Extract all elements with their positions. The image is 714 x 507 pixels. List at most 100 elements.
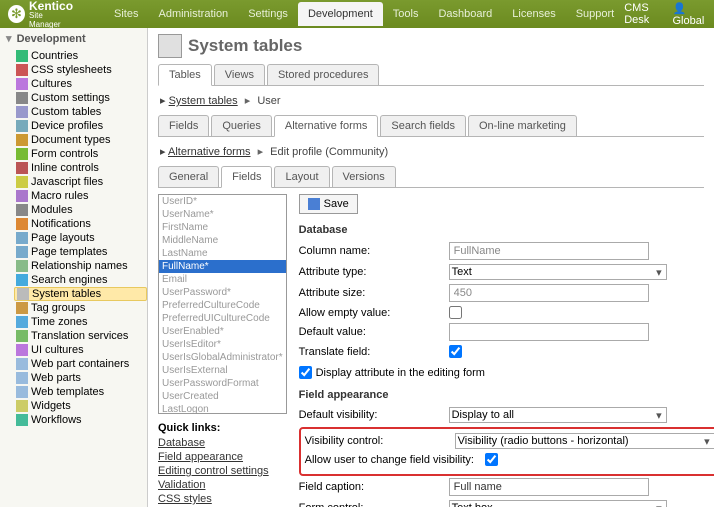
field-item[interactable]: PreferredUICultureCode [159,312,286,325]
field-item[interactable]: UserName* [159,208,286,221]
field-item[interactable]: UserID* [159,195,286,208]
sidebar-item-custom-tables[interactable]: Custom tables [16,105,147,119]
sidebar-item-form-controls[interactable]: Form controls [16,147,147,161]
tab-queries[interactable]: Queries [211,115,272,136]
allow-empty-checkbox[interactable] [449,306,462,319]
sidebar-item-workflows[interactable]: Workflows [16,413,147,427]
field-item[interactable]: UserIsExternal [159,364,286,377]
field-item[interactable]: LastLogon [159,403,286,414]
sidebar-item-system-tables[interactable]: System tables [14,287,147,301]
sidebar-item-web-templates[interactable]: Web templates [16,385,147,399]
sidebar-item-custom-settings[interactable]: Custom settings [16,91,147,105]
sidebar-item-search-engines[interactable]: Search engines [16,273,147,287]
breadcrumb-root[interactable]: Alternative forms [168,146,251,158]
tab-tables[interactable]: Tables [158,64,212,86]
topnav-settings[interactable]: Settings [238,2,298,26]
field-item[interactable]: MiddleName [159,234,286,247]
field-item[interactable]: FirstName [159,221,286,234]
user-menu[interactable]: 👤 Global [673,2,707,27]
topnav-sites[interactable]: Sites [104,2,148,26]
topnav-licenses[interactable]: Licenses [502,2,565,26]
brand-logo[interactable]: Kentico Site Manager [8,0,74,29]
quick-link[interactable]: Validation [158,478,287,492]
column-name-input[interactable] [449,242,649,260]
tree-item-icon [16,64,28,76]
sidebar-item-countries[interactable]: Countries [16,49,147,63]
sidebar-item-inline-controls[interactable]: Inline controls [16,161,147,175]
save-button[interactable]: Save [299,194,358,214]
tab-search-fields[interactable]: Search fields [380,115,466,136]
field-caption-input[interactable] [449,478,649,496]
sidebar-item-time-zones[interactable]: Time zones [16,315,147,329]
cms-desk-link[interactable]: CMS Desk [624,2,660,26]
page-title: System tables [188,36,302,56]
field-item[interactable]: UserIsEditor* [159,338,286,351]
vis-control-select[interactable]: Visibility (radio buttons - horizontal) [455,433,714,449]
sidebar-item-modules[interactable]: Modules [16,203,147,217]
attr-size-input[interactable] [449,284,649,302]
form-control-select[interactable]: Text box [449,500,667,507]
field-item[interactable]: LastName [159,247,286,260]
tree-item-icon [17,288,29,300]
tab-fields[interactable]: Fields [221,166,272,188]
sidebar-item-javascript-files[interactable]: Javascript files [16,175,147,189]
sidebar-item-relationship-names[interactable]: Relationship names [16,259,147,273]
tree-item-icon [16,358,28,370]
sidebar-item-cultures[interactable]: Cultures [16,77,147,91]
tab-stored-procedures[interactable]: Stored procedures [267,64,380,85]
topnav-development[interactable]: Development [298,2,383,26]
sidebar-item-translation-services[interactable]: Translation services [16,329,147,343]
allow-change-checkbox[interactable] [485,453,498,466]
field-item[interactable]: UserIsGlobalAdministrator* [159,351,286,364]
content-area: System tables TablesViewsStored procedur… [148,28,714,507]
quick-link[interactable]: Database [158,436,287,450]
tree-item-icon [16,372,28,384]
sidebar-item-page-layouts[interactable]: Page layouts [16,231,147,245]
field-item[interactable]: UserPassword* [159,286,286,299]
tree-item-icon [16,386,28,398]
tab-on-line-marketing[interactable]: On-line marketing [468,115,577,136]
quick-link[interactable]: Field appearance [158,450,287,464]
tab-fields[interactable]: Fields [158,115,209,136]
tree-item-icon [16,274,28,286]
tab-versions[interactable]: Versions [332,166,396,187]
quick-link[interactable]: Editing control settings [158,464,287,478]
sidebar-item-device-profiles[interactable]: Device profiles [16,119,147,133]
sidebar-item-page-templates[interactable]: Page templates [16,245,147,259]
sidebar-item-macro-rules[interactable]: Macro rules [16,189,147,203]
topnav-support[interactable]: Support [566,2,625,26]
tab-layout[interactable]: Layout [274,166,329,187]
tab-general[interactable]: General [158,166,219,187]
attr-type-select[interactable]: Text [449,264,667,280]
breadcrumb-root[interactable]: System tables [169,95,238,107]
sidebar-item-document-types[interactable]: Document types [16,133,147,147]
tab-alternative-forms[interactable]: Alternative forms [274,115,379,137]
sidebar-item-tag-groups[interactable]: Tag groups [16,301,147,315]
field-item[interactable]: FullName* [159,260,286,273]
sidebar-item-css-stylesheets[interactable]: CSS stylesheets [16,63,147,77]
topnav-administration[interactable]: Administration [148,2,238,26]
translate-checkbox[interactable] [449,345,462,358]
quick-link[interactable]: CSS styles [158,492,287,506]
sidebar-item-ui-cultures[interactable]: UI cultures [16,343,147,357]
tab-views[interactable]: Views [214,64,265,85]
topnav-tools[interactable]: Tools [383,2,429,26]
field-item[interactable]: UserCreated [159,390,286,403]
field-item[interactable]: PreferredCultureCode [159,299,286,312]
sidebar-item-widgets[interactable]: Widgets [16,399,147,413]
field-item[interactable]: UserEnabled* [159,325,286,338]
field-item[interactable]: UserPasswordFormat [159,377,286,390]
tree-collapse-icon[interactable]: ▾ [6,33,12,45]
sidebar-item-notifications[interactable]: Notifications [16,217,147,231]
topnav-dashboard[interactable]: Dashboard [428,2,502,26]
field-item[interactable]: Email [159,273,286,286]
sidebar-item-web-parts[interactable]: Web parts [16,371,147,385]
tree-item-icon [16,204,28,216]
attr-type-label: Attribute type: [299,266,449,278]
display-attr-checkbox[interactable] [299,366,312,379]
tree-item-icon [16,50,28,62]
default-value-input[interactable] [449,323,649,341]
default-vis-select[interactable]: Display to all [449,407,667,423]
sidebar-item-web-part-containers[interactable]: Web part containers [16,357,147,371]
field-list[interactable]: UserID*UserName*FirstNameMiddleNameLastN… [158,194,287,414]
